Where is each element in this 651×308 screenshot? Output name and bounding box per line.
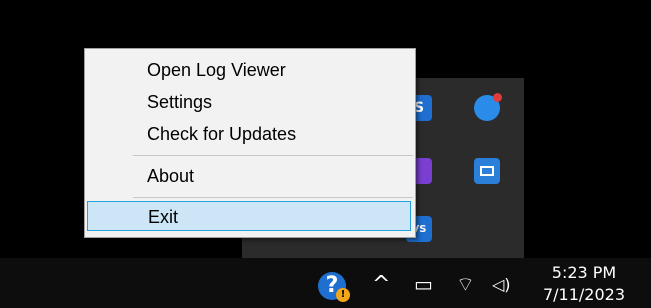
wifi-icon[interactable]: ⌔: [456, 272, 475, 297]
clock-date: 7/11/2023: [542, 285, 626, 304]
menu-item-label: About: [147, 166, 195, 186]
context-menu: Open Log Viewer Settings Check for Updat…: [84, 48, 416, 238]
menu-item-label: Open Log Viewer: [147, 60, 286, 80]
menu-item-open-log-viewer[interactable]: Open Log Viewer: [85, 55, 415, 85]
menu-item-settings[interactable]: Settings: [85, 87, 415, 117]
menu-item-about[interactable]: About: [85, 161, 415, 191]
menu-separator: [133, 155, 413, 156]
volume-icon[interactable]: ◁): [492, 275, 511, 294]
cloud-badge-icon[interactable]: [474, 93, 502, 121]
menu-separator: [133, 197, 413, 198]
menu-item-label: Settings: [147, 92, 213, 112]
taskbar: ? ! ^ ▭ ⌔ ◁) 5:23 PM 7/11/2023: [0, 258, 651, 308]
clock-time: 5:23 PM: [551, 263, 617, 282]
screen-app-icon[interactable]: [474, 158, 500, 184]
menu-item-label: Check for Updates: [147, 124, 297, 144]
taskbar-clock[interactable]: 5:23 PM 7/11/2023: [538, 262, 630, 306]
chevron-up-icon[interactable]: ^: [372, 272, 390, 297]
warning-badge-icon: !: [336, 288, 350, 302]
menu-item-check-for-updates[interactable]: Check for Updates: [85, 119, 415, 149]
battery-icon[interactable]: ▭: [414, 272, 433, 296]
menu-item-exit[interactable]: Exit: [87, 201, 411, 231]
menu-item-label: Exit: [148, 207, 179, 227]
